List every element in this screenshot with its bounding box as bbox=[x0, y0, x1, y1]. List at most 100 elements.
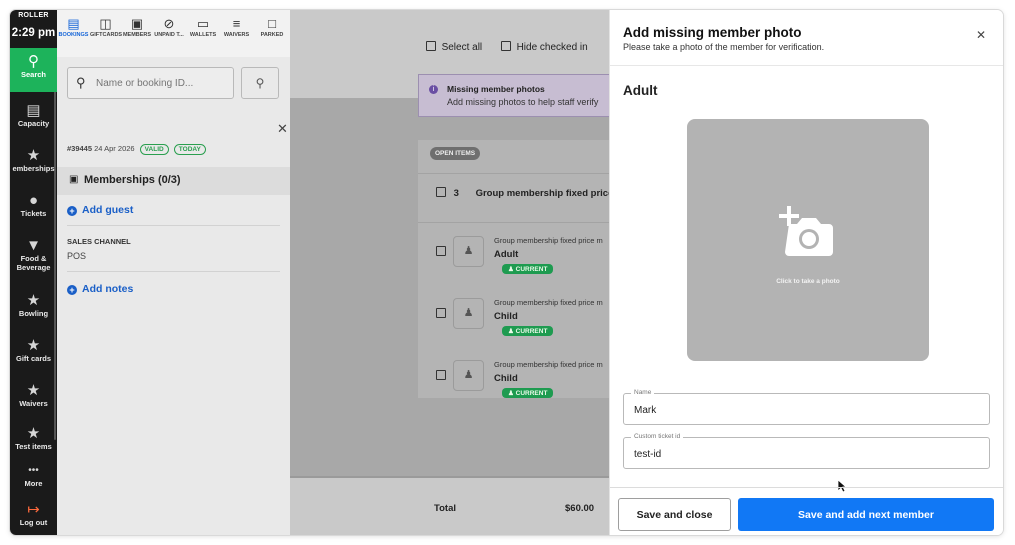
divider bbox=[67, 271, 280, 272]
tab-bar: ▤ BOOKINGS ◫ GIFTCARDS ▣ MEMBERS ⊘ UNPAI… bbox=[57, 10, 290, 57]
tab-label: WAIVERS bbox=[223, 32, 250, 38]
member-row[interactable]: ♟ Group membership fixed price m Child ♟… bbox=[418, 347, 619, 409]
mouse-cursor-icon bbox=[837, 479, 847, 493]
nav-label: Waivers bbox=[19, 399, 48, 408]
close-booking-button[interactable]: ✕ bbox=[277, 121, 288, 137]
tab-label: WALLETS bbox=[189, 32, 217, 38]
save-and-add-next-button[interactable]: Save and add next member bbox=[738, 498, 994, 531]
unpaid-icon: ⊘ bbox=[163, 16, 175, 31]
alert-body: Add missing photos to help staff verify bbox=[447, 97, 599, 107]
nav-search[interactable]: ⚲ Search bbox=[10, 48, 57, 92]
bookmark-icon: □ bbox=[268, 16, 276, 31]
member-card-icon: ▣ bbox=[130, 16, 144, 31]
name-input[interactable] bbox=[634, 402, 974, 418]
calendar-icon: ▤ bbox=[67, 16, 80, 31]
nav-gift-cards[interactable]: ★ Gift cards bbox=[10, 332, 57, 376]
name-field[interactable]: Name bbox=[623, 389, 990, 425]
tab-wallets[interactable]: ▭ WALLETS bbox=[187, 10, 219, 57]
scan-button[interactable]: ⚲ bbox=[241, 67, 279, 99]
checkbox-icon[interactable] bbox=[436, 246, 446, 256]
nav-label: Capacity bbox=[17, 119, 50, 128]
booking-search[interactable]: ⚲ bbox=[67, 67, 234, 99]
booking-meta: #39445 24 Apr 2026 VALID TODAY bbox=[67, 144, 206, 155]
nav-bowling[interactable]: ★ Bowling bbox=[10, 287, 57, 331]
nav-capacity[interactable]: ▤ Capacity bbox=[10, 97, 57, 141]
alert-title: Missing member photos bbox=[447, 84, 545, 94]
status-badge: ♟ CURRENT bbox=[502, 388, 554, 398]
checkbox-icon[interactable] bbox=[436, 187, 446, 197]
tab-giftcards[interactable]: ◫ GIFTCARDS bbox=[90, 10, 123, 57]
nav-label: Bowling bbox=[18, 309, 49, 318]
wallet-icon: ▭ bbox=[196, 16, 210, 31]
missing-photos-alert[interactable]: i Missing member photos Add missing phot… bbox=[418, 74, 619, 117]
nav-tickets[interactable]: ● Tickets bbox=[10, 187, 57, 231]
tab-members[interactable]: ▣ MEMBERS bbox=[121, 10, 153, 57]
star-icon: ★ bbox=[26, 425, 41, 442]
close-icon[interactable]: ✕ bbox=[976, 28, 986, 42]
member-row[interactable]: ♟ Group membership fixed price m Adult ♟… bbox=[418, 223, 619, 285]
checkbox-icon[interactable] bbox=[436, 308, 446, 318]
tab-label: GIFTCARDS bbox=[90, 32, 123, 38]
ticket-id-input[interactable] bbox=[634, 446, 974, 462]
nav-memberships[interactable]: ★ emberships bbox=[10, 142, 57, 186]
memberships-section[interactable]: ▣ Memberships (0/3) bbox=[57, 167, 290, 195]
nav-label: Beverage bbox=[16, 263, 51, 272]
booking-date: 24 Apr 2026 bbox=[94, 144, 135, 153]
avatar-placeholder-icon: ♟ bbox=[453, 236, 484, 267]
status-badge: ♟ CURRENT bbox=[502, 264, 554, 274]
drawer-title: Add missing member photo bbox=[623, 25, 802, 40]
member-row[interactable]: ♟ Group membership fixed price m Child ♟… bbox=[418, 285, 619, 347]
tab-unpaid[interactable]: ⊘ UNPAID T... bbox=[153, 10, 185, 57]
tab-waivers[interactable]: ≡ WAIVERS bbox=[220, 10, 253, 57]
checkbox-icon bbox=[426, 41, 436, 51]
status-badge-today: TODAY bbox=[173, 144, 206, 155]
avatar-placeholder-icon: ♟ bbox=[453, 298, 484, 329]
group-row[interactable]: 3 Group membership fixed price bbox=[436, 187, 613, 199]
search-icon: ⚲ bbox=[28, 53, 39, 70]
tab-label: PARKED bbox=[260, 32, 284, 38]
booking-items-panel: Select all Hide checked in i Missing mem… bbox=[290, 10, 619, 535]
add-guest-button[interactable]: + Add guest bbox=[67, 204, 133, 216]
hide-checked-label: Hide checked in bbox=[516, 42, 588, 53]
ticket-id-field[interactable]: Custom ticket id bbox=[623, 433, 990, 469]
calendar-icon: ▤ bbox=[26, 102, 41, 119]
main-nav: ROLLER 2:29 pm ⚲ Search ▤ Capacity ★ emb… bbox=[10, 10, 57, 535]
sales-channel-label: SALES CHANNEL bbox=[67, 237, 131, 246]
member-item-title: Group membership fixed price m bbox=[494, 360, 603, 369]
checkbox-icon[interactable] bbox=[436, 370, 446, 380]
hide-checked-in-checkbox[interactable]: Hide checked in bbox=[501, 41, 588, 53]
memberships-label: Memberships (0/3) bbox=[84, 174, 181, 186]
nav-label: Test items bbox=[15, 442, 52, 451]
add-camera-icon bbox=[779, 206, 833, 256]
nav-waivers[interactable]: ★ Waivers bbox=[10, 377, 57, 421]
nav-food-beverage[interactable]: ▼ Food & Beverage bbox=[10, 232, 57, 276]
tab-bookings[interactable]: ▤ BOOKINGS bbox=[57, 10, 90, 57]
member-item-title: Group membership fixed price m bbox=[494, 236, 603, 245]
select-all-checkbox[interactable]: Select all bbox=[426, 41, 482, 53]
status-label: CURRENT bbox=[515, 390, 548, 397]
brand-logo: ROLLER bbox=[18, 12, 49, 19]
divider bbox=[418, 173, 619, 174]
drawer-subtitle: Please take a photo of the member for ve… bbox=[623, 42, 825, 52]
status-badge-valid: VALID bbox=[139, 144, 169, 155]
member-item-title: Group membership fixed price m bbox=[494, 298, 603, 307]
add-guest-label: Add guest bbox=[82, 204, 134, 216]
add-notes-button[interactable]: + Add notes bbox=[67, 283, 133, 295]
app-window: ROLLER 2:29 pm ⚲ Search ▤ Capacity ★ emb… bbox=[10, 10, 1003, 535]
booking-search-input[interactable] bbox=[96, 74, 226, 92]
dollar-icon: ● bbox=[28, 192, 39, 209]
name-field-label: Name bbox=[631, 389, 655, 396]
nav-label: More bbox=[24, 479, 43, 488]
take-photo-area[interactable]: Click to take a photo bbox=[687, 119, 929, 361]
tab-label: UNPAID T... bbox=[154, 32, 184, 38]
group-count: 3 bbox=[453, 188, 459, 199]
tab-label: MEMBERS bbox=[122, 32, 152, 38]
nav-more[interactable]: ••• More bbox=[10, 457, 57, 501]
add-notes-label: Add notes bbox=[82, 283, 134, 295]
avatar-placeholder-icon: ♟ bbox=[453, 360, 484, 391]
nav-label: Log out bbox=[19, 518, 48, 527]
tab-parked[interactable]: □ PARKED bbox=[256, 10, 288, 57]
nav-logout[interactable]: ↦ Log out bbox=[10, 496, 57, 535]
plus-icon: + bbox=[67, 285, 77, 295]
save-and-close-button[interactable]: Save and close bbox=[618, 498, 731, 531]
